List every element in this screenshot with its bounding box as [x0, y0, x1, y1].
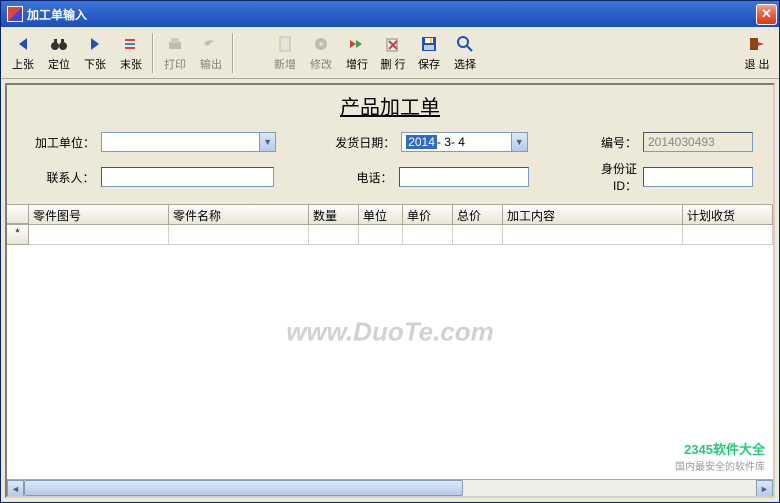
toolbar-separator	[152, 33, 154, 73]
toolbar: 上张 定位 下张 末张 打印 输出 新增 修改	[1, 27, 779, 79]
horizontal-scrollbar[interactable]: ◄ ►	[7, 479, 773, 496]
export-icon	[201, 34, 221, 54]
watermark: www.DuoTe.com	[286, 316, 494, 347]
data-grid[interactable]: 零件图号 零件名称 数量 单位 单价 总价 加工内容 计划收货 *	[7, 205, 773, 496]
col-header[interactable]: 单位	[359, 205, 403, 224]
col-header[interactable]: 零件名称	[169, 205, 309, 224]
add-row-button[interactable]: 增行	[339, 31, 375, 75]
lines-icon	[121, 34, 141, 54]
locate-button[interactable]: 定位	[41, 31, 77, 75]
save-button[interactable]: 保存	[411, 31, 447, 75]
row-marker: *	[7, 225, 29, 245]
unit-label: 加工单位：	[27, 134, 95, 151]
idcard-field[interactable]	[643, 167, 753, 187]
new-button: 新增	[267, 31, 303, 75]
next-button[interactable]: 下张	[77, 31, 113, 75]
printer-icon	[165, 34, 185, 54]
print-button: 打印	[157, 31, 193, 75]
document-icon	[275, 34, 295, 54]
last-button[interactable]: 末张	[113, 31, 149, 75]
scroll-thumb[interactable]	[24, 480, 463, 496]
contact-field[interactable]	[101, 167, 275, 187]
window-title: 加工单输入	[27, 6, 756, 23]
contact-label: 联系人：	[27, 169, 95, 186]
grid-new-row[interactable]: *	[7, 225, 773, 245]
grid-body[interactable]: * www.DuoTe.com 2345软件大全 国内最安全的软件库	[7, 225, 773, 479]
col-header[interactable]: 数量	[309, 205, 359, 224]
idcard-label: 身份证ID：	[589, 160, 637, 194]
gear-icon	[311, 34, 331, 54]
col-header[interactable]: 总价	[453, 205, 503, 224]
select-button[interactable]: 选择	[447, 31, 483, 75]
del-row-button[interactable]: 删 行	[375, 31, 411, 75]
prev-button[interactable]: 上张	[5, 31, 41, 75]
exit-button[interactable]: 退 出	[739, 31, 775, 75]
scroll-right-button[interactable]: ►	[756, 480, 773, 496]
serial-label: 编号：	[588, 134, 637, 151]
close-button[interactable]: ✕	[756, 4, 777, 25]
app-icon	[7, 6, 23, 22]
phone-label: 电话：	[325, 169, 393, 186]
toolbar-separator	[232, 33, 234, 73]
export-button: 输出	[193, 31, 229, 75]
serial-field	[643, 132, 753, 152]
brand-watermark: 2345软件大全 国内最安全的软件库	[675, 439, 765, 473]
col-header[interactable]: 零件图号	[29, 205, 169, 224]
scroll-left-button[interactable]: ◄	[7, 480, 24, 496]
add-row-icon	[347, 34, 367, 54]
col-header[interactable]: 计划收货	[683, 205, 773, 224]
grid-header: 零件图号 零件名称 数量 单位 单价 总价 加工内容 计划收货	[7, 205, 773, 225]
scroll-track[interactable]	[24, 480, 756, 496]
col-header[interactable]: 单价	[403, 205, 453, 224]
exit-icon	[747, 34, 767, 54]
save-icon	[419, 34, 439, 54]
grid-corner	[7, 205, 29, 224]
ship-date-label: 发货日期：	[327, 134, 395, 151]
chevron-down-icon: ▼	[511, 133, 527, 151]
unit-combo[interactable]: ▼	[101, 132, 276, 152]
ship-date-picker[interactable]: 2014- 3- 4 ▼	[401, 132, 528, 152]
chevron-down-icon: ▼	[259, 133, 275, 151]
phone-field[interactable]	[399, 167, 529, 187]
delete-row-icon	[383, 34, 403, 54]
search-icon	[455, 34, 475, 54]
form-title: 产品加工单	[7, 85, 773, 128]
edit-button: 修改	[303, 31, 339, 75]
binoculars-icon	[49, 34, 69, 54]
col-header[interactable]: 加工内容	[503, 205, 683, 224]
arrow-right-icon	[85, 34, 105, 54]
arrow-left-icon	[13, 34, 33, 54]
